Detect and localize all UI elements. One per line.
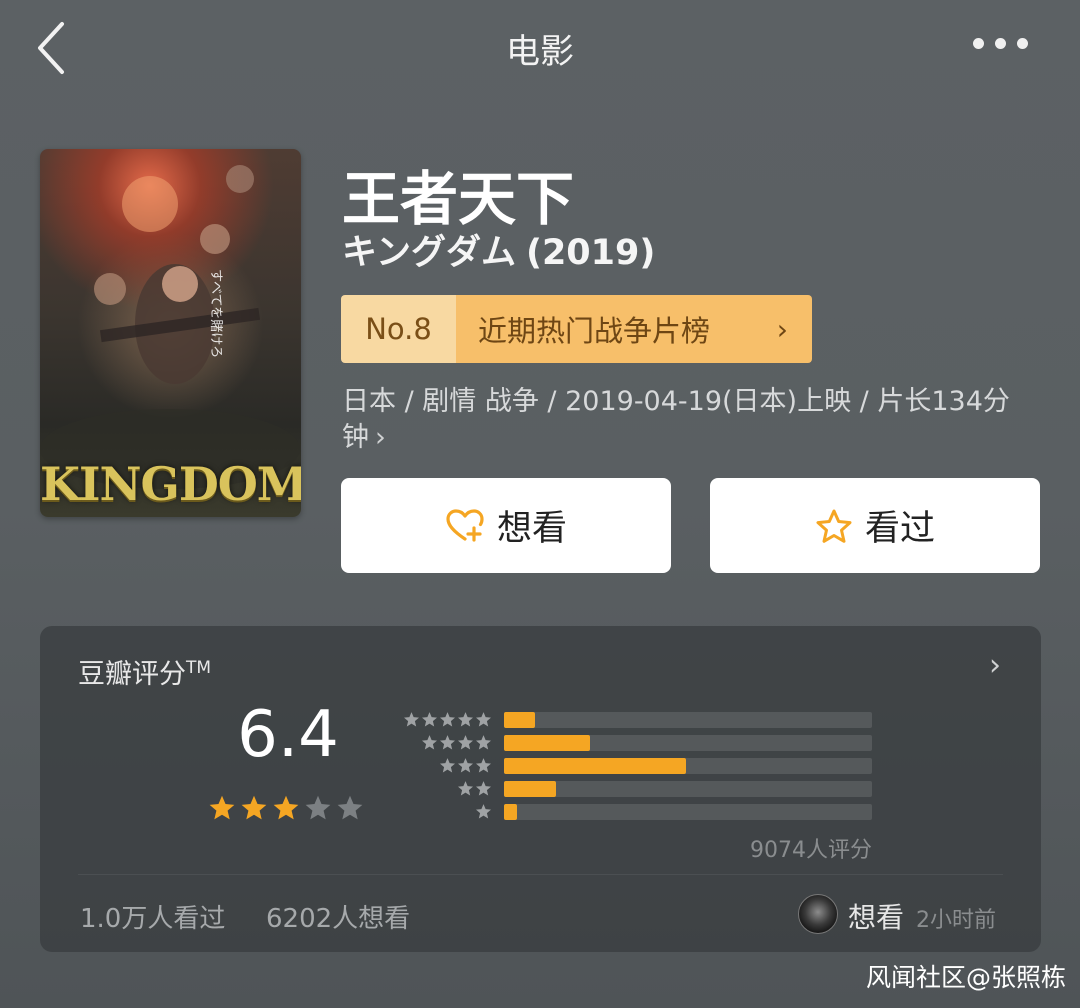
star-small-icon: [403, 712, 420, 727]
star-empty-icon: [305, 795, 331, 820]
heart-plus-icon: [446, 508, 484, 542]
rank-list-name: 近期热门战争片榜: [478, 314, 711, 348]
star-small-icon: [439, 712, 456, 727]
more-dots-icon[interactable]: [973, 38, 1028, 49]
watched-count[interactable]: 1.0万人看过: [80, 898, 225, 935]
star-small-icon: [457, 758, 474, 773]
star-small-icon: [457, 735, 474, 750]
distribution-bar-fill: [504, 712, 535, 728]
watched-label: 看过: [864, 509, 935, 549]
star-outline-icon: [816, 509, 852, 543]
distribution-bar-fill: [504, 735, 590, 751]
rating-label: 豆瓣评分TM: [78, 652, 211, 691]
star-small-icon: [457, 712, 474, 727]
distribution-track: [504, 781, 872, 797]
star-filled-icon: [209, 795, 235, 820]
friend-activity-action: 想看: [848, 901, 905, 934]
want-to-watch-label: 想看: [496, 509, 567, 549]
chevron-right-icon[interactable]: ›: [989, 648, 1001, 683]
watched-button[interactable]: 看过: [710, 478, 1040, 573]
movie-original-title: キングダム (2019): [342, 224, 655, 275]
rating-stars: [208, 794, 364, 822]
want-count[interactable]: 6202人想看: [266, 898, 410, 935]
divider: [78, 874, 1003, 875]
distribution-track: [504, 735, 872, 751]
distribution-stars: [403, 711, 492, 728]
rating-distribution-row: [398, 757, 872, 780]
rating-distribution-row: [398, 711, 872, 734]
movie-poster[interactable]: すべてを賭けろ KINGDOM: [40, 149, 301, 517]
distribution-bar-fill: [504, 758, 686, 774]
want-to-watch-button[interactable]: 想看: [341, 478, 671, 573]
star-small-icon: [421, 712, 438, 727]
rating-card[interactable]: 豆瓣评分TM › 6.4 9074人评分 1.0万人看过 6202人想看 想看 …: [40, 626, 1041, 952]
watermark: 风闻社区@张照栋: [865, 963, 1066, 992]
movie-meta-info[interactable]: 日本 / 剧情 战争 / 2019-04-19(日本)上映 / 片长134分钟 ›: [342, 384, 1042, 456]
distribution-track: [504, 804, 872, 820]
star-small-icon: [457, 781, 474, 796]
movie-detail-screen: 电影 すべてを賭けろ KINGDOM 王者天下 キングダム (2019) No.8…: [0, 0, 1080, 1008]
star-small-icon: [475, 735, 492, 750]
rating-label-text: 豆瓣评分: [78, 659, 186, 690]
page-title: 电影: [506, 32, 574, 72]
friend-activity-time: 2小时前: [916, 908, 996, 933]
movie-year: (2019): [525, 233, 656, 273]
rating-count: 9074人评分: [750, 838, 872, 863]
star-small-icon: [475, 804, 492, 819]
rank-number: No.8: [341, 295, 456, 363]
distribution-stars: [457, 780, 492, 797]
star-small-icon: [421, 735, 438, 750]
rating-distribution-row: [398, 780, 872, 803]
avatar[interactable]: [798, 894, 838, 934]
distribution-stars: [475, 803, 492, 820]
rating-score: 6.4: [237, 698, 339, 772]
svg-text:すべてを賭けろ: すべてを賭けろ: [208, 269, 223, 358]
distribution-stars: [421, 734, 492, 751]
distribution-track: [504, 712, 872, 728]
rating-distribution-row: [398, 803, 872, 826]
distribution-bar-fill: [504, 804, 517, 820]
meta-text: 日本 / 剧情 战争 / 2019-04-19(日本)上映 / 片长134分钟: [342, 386, 1010, 453]
star-filled-icon: [241, 795, 267, 820]
star-filled-icon: [273, 795, 299, 820]
distribution-stars: [439, 757, 492, 774]
distribution-bar-fill: [504, 781, 556, 797]
star-small-icon: [439, 758, 456, 773]
rating-distribution-row: [398, 734, 872, 757]
chevron-right-icon: ›: [375, 422, 386, 453]
rank-list: 近期热门战争片榜 ›: [456, 295, 812, 363]
star-small-icon: [439, 735, 456, 750]
rank-banner[interactable]: No.8 近期热门战争片榜 ›: [341, 295, 812, 363]
star-small-icon: [475, 758, 492, 773]
distribution-track: [504, 758, 872, 774]
star-empty-icon: [337, 795, 363, 820]
original-title-text: キングダム: [342, 233, 516, 273]
star-small-icon: [475, 712, 492, 727]
chevron-right-icon: ›: [776, 312, 788, 346]
trademark-mark: TM: [186, 658, 212, 678]
star-small-icon: [475, 781, 492, 796]
poster-logo-text: KINGDOM: [40, 457, 301, 511]
